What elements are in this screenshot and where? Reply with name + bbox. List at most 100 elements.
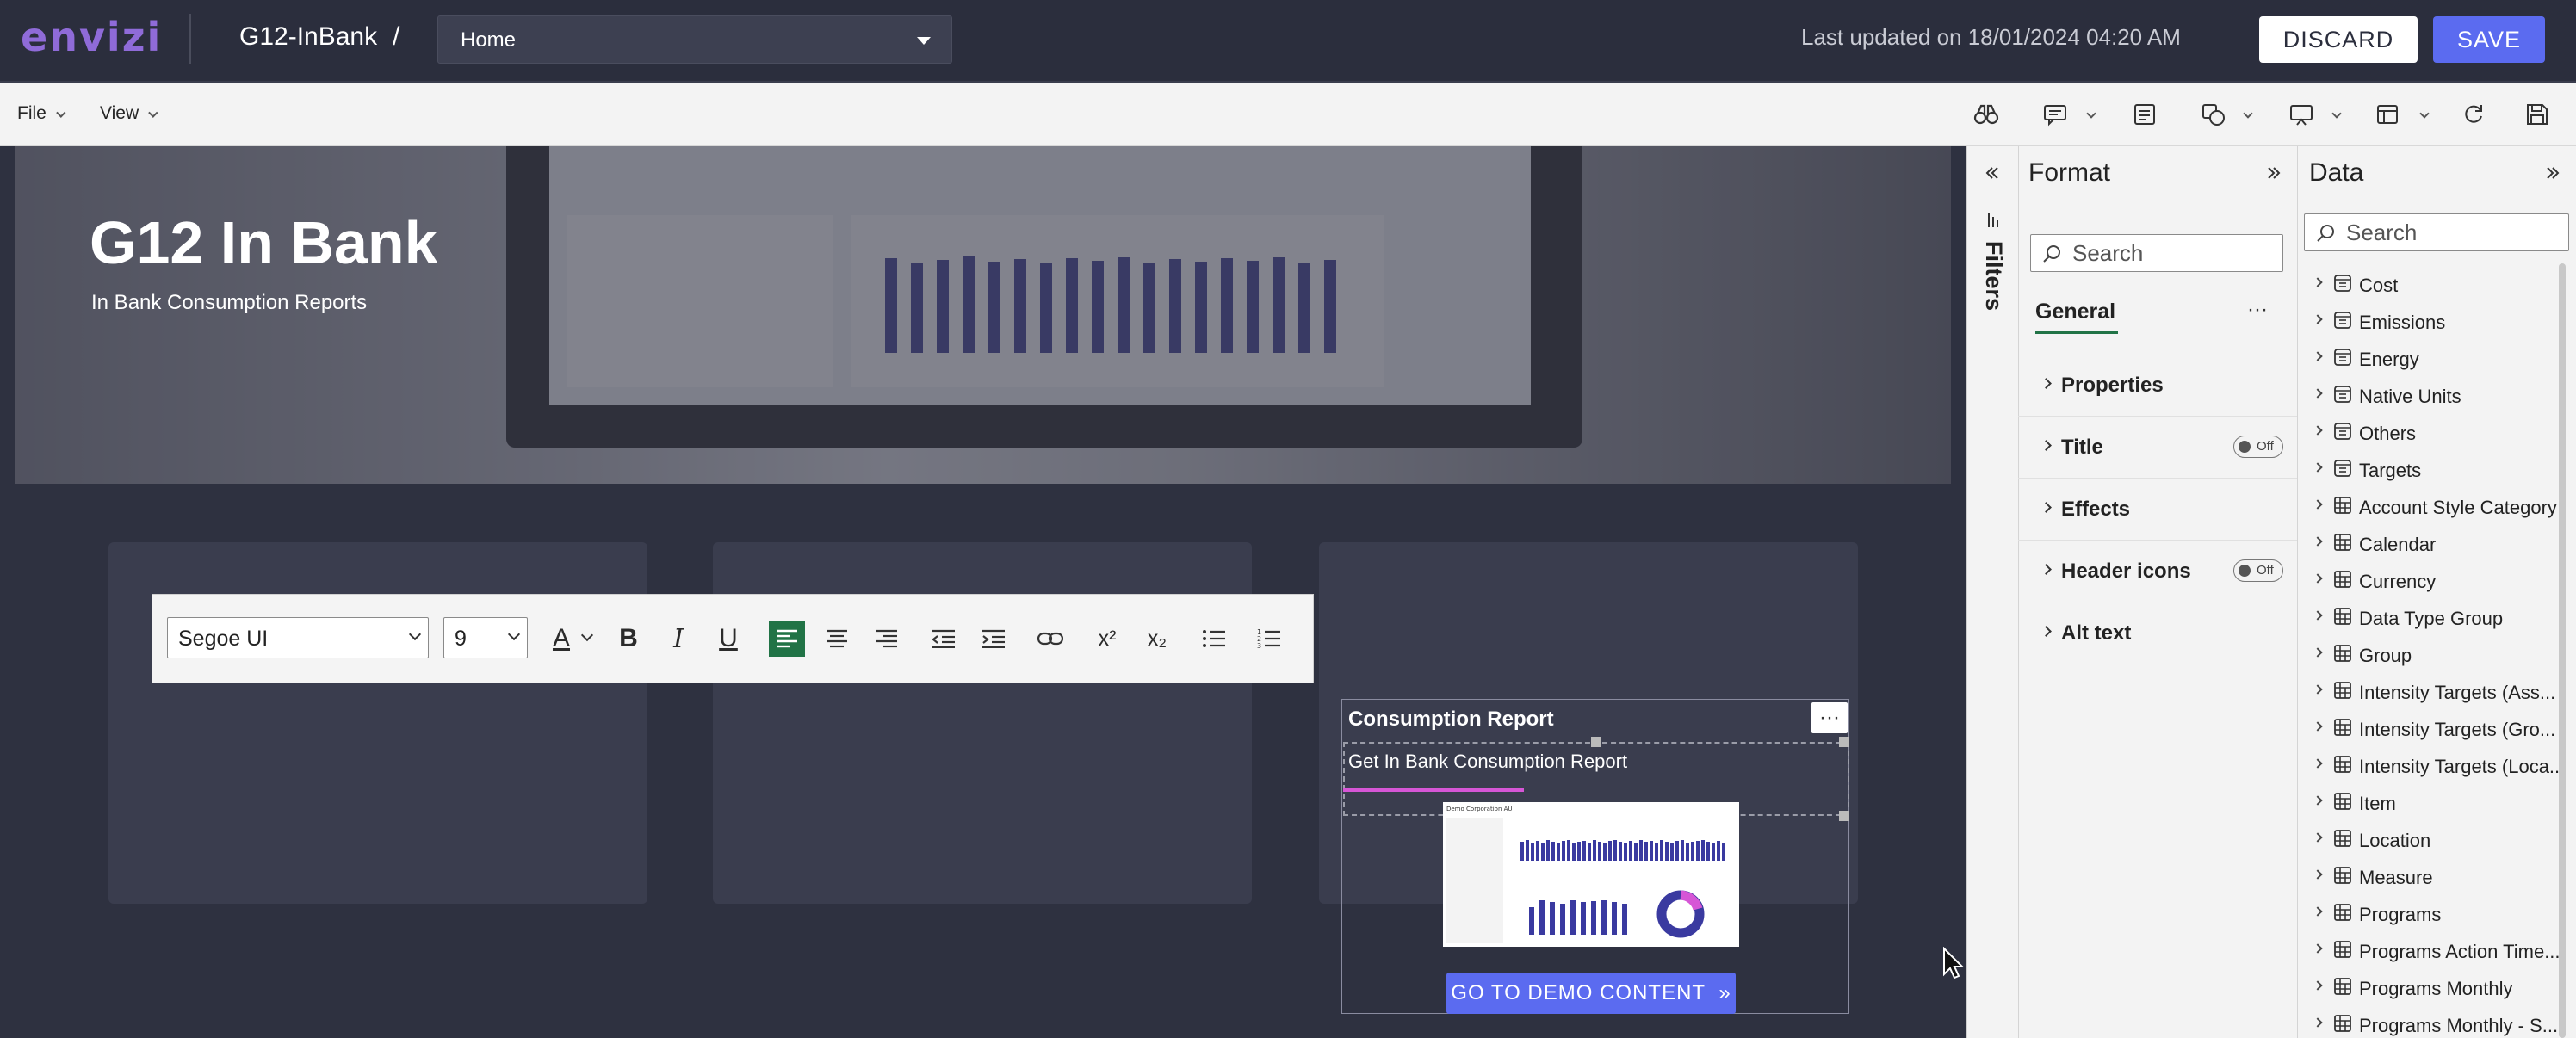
- bulleted-list-button[interactable]: [1196, 621, 1232, 657]
- data-field-item[interactable]: Intensity Targets (Ass...: [2307, 674, 2566, 711]
- font-size-select[interactable]: 9: [443, 617, 528, 658]
- format-section-effects[interactable]: Effects: [2018, 479, 2297, 541]
- chevron-right-icon[interactable]: [2313, 684, 2323, 695]
- chevron-right-icon[interactable]: [2313, 758, 2323, 769]
- chevron-right-icon[interactable]: [2313, 980, 2323, 991]
- present-icon[interactable]: [2288, 102, 2314, 127]
- data-field-item[interactable]: Currency: [2307, 563, 2566, 600]
- data-field-item[interactable]: Programs Monthly - S...: [2307, 1007, 2566, 1038]
- data-field-item[interactable]: Measure: [2307, 859, 2566, 896]
- file-menu[interactable]: File: [17, 103, 66, 124]
- more-options-icon[interactable]: ···: [2247, 298, 2268, 322]
- chevron-right-icon[interactable]: [2313, 277, 2323, 287]
- comment-icon[interactable]: [2042, 102, 2068, 127]
- chevron-right-icon[interactable]: [2313, 610, 2323, 621]
- chevron-right-icon[interactable]: [2313, 795, 2323, 806]
- chevron-right-icon[interactable]: [2313, 499, 2323, 510]
- data-field-label: Programs Monthly: [2359, 978, 2513, 999]
- chevron-right-icon[interactable]: [2313, 351, 2323, 361]
- bold-button[interactable]: B: [610, 621, 647, 657]
- data-field-item[interactable]: Programs Action Time...: [2307, 933, 2566, 970]
- data-field-item[interactable]: Location: [2307, 822, 2566, 859]
- data-field-item[interactable]: Programs: [2307, 896, 2566, 933]
- chevron-right-icon[interactable]: [2313, 647, 2323, 658]
- chevron-down-icon[interactable]: [2243, 108, 2253, 119]
- data-field-item[interactable]: Cost: [2307, 267, 2566, 304]
- increase-indent-button[interactable]: [975, 621, 1012, 657]
- superscript-button[interactable]: x²: [1089, 621, 1125, 657]
- header-icons-toggle[interactable]: Off: [2233, 559, 2283, 582]
- title-toggle[interactable]: Off: [2233, 436, 2283, 458]
- chevron-right-icon[interactable]: [2313, 462, 2323, 473]
- chevron-down-icon[interactable]: [2419, 108, 2430, 119]
- chevron-right-icon[interactable]: [2313, 869, 2323, 880]
- layout-icon[interactable]: [2375, 102, 2400, 127]
- shapes-icon[interactable]: [2201, 102, 2226, 127]
- underline-button[interactable]: U: [710, 621, 746, 657]
- format-search-input[interactable]: Search: [2030, 234, 2283, 272]
- go-to-demo-content-button[interactable]: GO TO DEMO CONTENT »: [1446, 973, 1736, 1014]
- resize-handle[interactable]: [1839, 737, 1849, 747]
- data-field-item[interactable]: Programs Monthly: [2307, 970, 2566, 1007]
- filters-label[interactable]: Filters: [1980, 241, 2007, 311]
- envizi-logo[interactable]: envizi: [21, 14, 162, 65]
- data-field-item[interactable]: Energy: [2307, 341, 2566, 378]
- data-pane-scrollbar[interactable]: [2559, 263, 2566, 1038]
- data-field-item[interactable]: Item: [2307, 785, 2566, 822]
- chevron-right-icon[interactable]: [2313, 832, 2323, 843]
- refresh-icon[interactable]: [2461, 102, 2486, 127]
- align-left-button[interactable]: [769, 621, 805, 657]
- chevron-right-icon[interactable]: [2313, 388, 2323, 399]
- align-right-button[interactable]: [869, 621, 905, 657]
- save-button[interactable]: SAVE: [2433, 16, 2545, 63]
- discard-button[interactable]: DISCARD: [2259, 16, 2418, 63]
- textbox-content[interactable]: Get In Bank Consumption Report: [1348, 751, 1627, 773]
- data-field-item[interactable]: Native Units: [2307, 378, 2566, 415]
- resize-handle[interactable]: [1839, 811, 1849, 821]
- chevron-down-icon[interactable]: [2086, 108, 2096, 119]
- link-button[interactable]: [1032, 621, 1068, 657]
- decrease-indent-button[interactable]: [926, 621, 962, 657]
- format-section-title[interactable]: Title Off: [2018, 417, 2297, 479]
- data-field-item[interactable]: Intensity Targets (Loca...: [2307, 748, 2566, 785]
- resize-handle[interactable]: [1591, 737, 1601, 747]
- data-field-item[interactable]: Intensity Targets (Gro...: [2307, 711, 2566, 748]
- font-family-select[interactable]: Segoe UI: [167, 617, 429, 658]
- data-field-item[interactable]: Account Style Category: [2307, 489, 2566, 526]
- page-dropdown[interactable]: Home: [437, 15, 952, 64]
- chevron-right-icon[interactable]: [2313, 721, 2323, 732]
- chevron-right-icon[interactable]: [2313, 906, 2323, 917]
- format-section-properties[interactable]: Properties: [2018, 355, 2297, 417]
- data-field-item[interactable]: Group: [2307, 637, 2566, 674]
- chevron-down-icon[interactable]: [580, 628, 594, 642]
- chevron-right-icon[interactable]: [2313, 943, 2323, 954]
- align-center-button[interactable]: [819, 621, 855, 657]
- chevron-right-icon[interactable]: [2313, 314, 2323, 324]
- view-menu[interactable]: View: [100, 103, 158, 124]
- format-section-header-icons[interactable]: Header icons Off: [2018, 541, 2297, 602]
- font-color-button[interactable]: A: [543, 621, 579, 657]
- notes-icon[interactable]: [2132, 102, 2158, 127]
- tab-general[interactable]: General: [2035, 300, 2115, 324]
- chevron-right-icon[interactable]: [2313, 1017, 2323, 1028]
- italic-button[interactable]: I: [660, 621, 697, 657]
- chevron-right-icon[interactable]: [2313, 425, 2323, 436]
- data-search-input[interactable]: Search: [2304, 213, 2569, 251]
- collapse-pane-icon[interactable]: [2266, 165, 2282, 181]
- more-options-icon[interactable]: ···: [1811, 702, 1848, 733]
- format-section-alt-text[interactable]: Alt text: [2018, 602, 2297, 664]
- data-field-item[interactable]: Emissions: [2307, 304, 2566, 341]
- expand-pane-icon[interactable]: [1985, 165, 2000, 181]
- chevron-right-icon[interactable]: [2313, 536, 2323, 547]
- data-field-item[interactable]: Calendar: [2307, 526, 2566, 563]
- chevron-down-icon[interactable]: [2331, 108, 2342, 119]
- subscript-button[interactable]: x₂: [1139, 621, 1175, 657]
- chevron-right-icon[interactable]: [2313, 573, 2323, 584]
- numbered-list-button[interactable]: 123: [1251, 621, 1287, 657]
- save-icon[interactable]: [2524, 102, 2550, 127]
- data-field-item[interactable]: Targets: [2307, 452, 2566, 489]
- data-field-item[interactable]: Others: [2307, 415, 2566, 452]
- collapse-pane-icon[interactable]: [2545, 165, 2561, 181]
- data-field-item[interactable]: Data Type Group: [2307, 600, 2566, 637]
- binoculars-icon[interactable]: [1973, 102, 1999, 127]
